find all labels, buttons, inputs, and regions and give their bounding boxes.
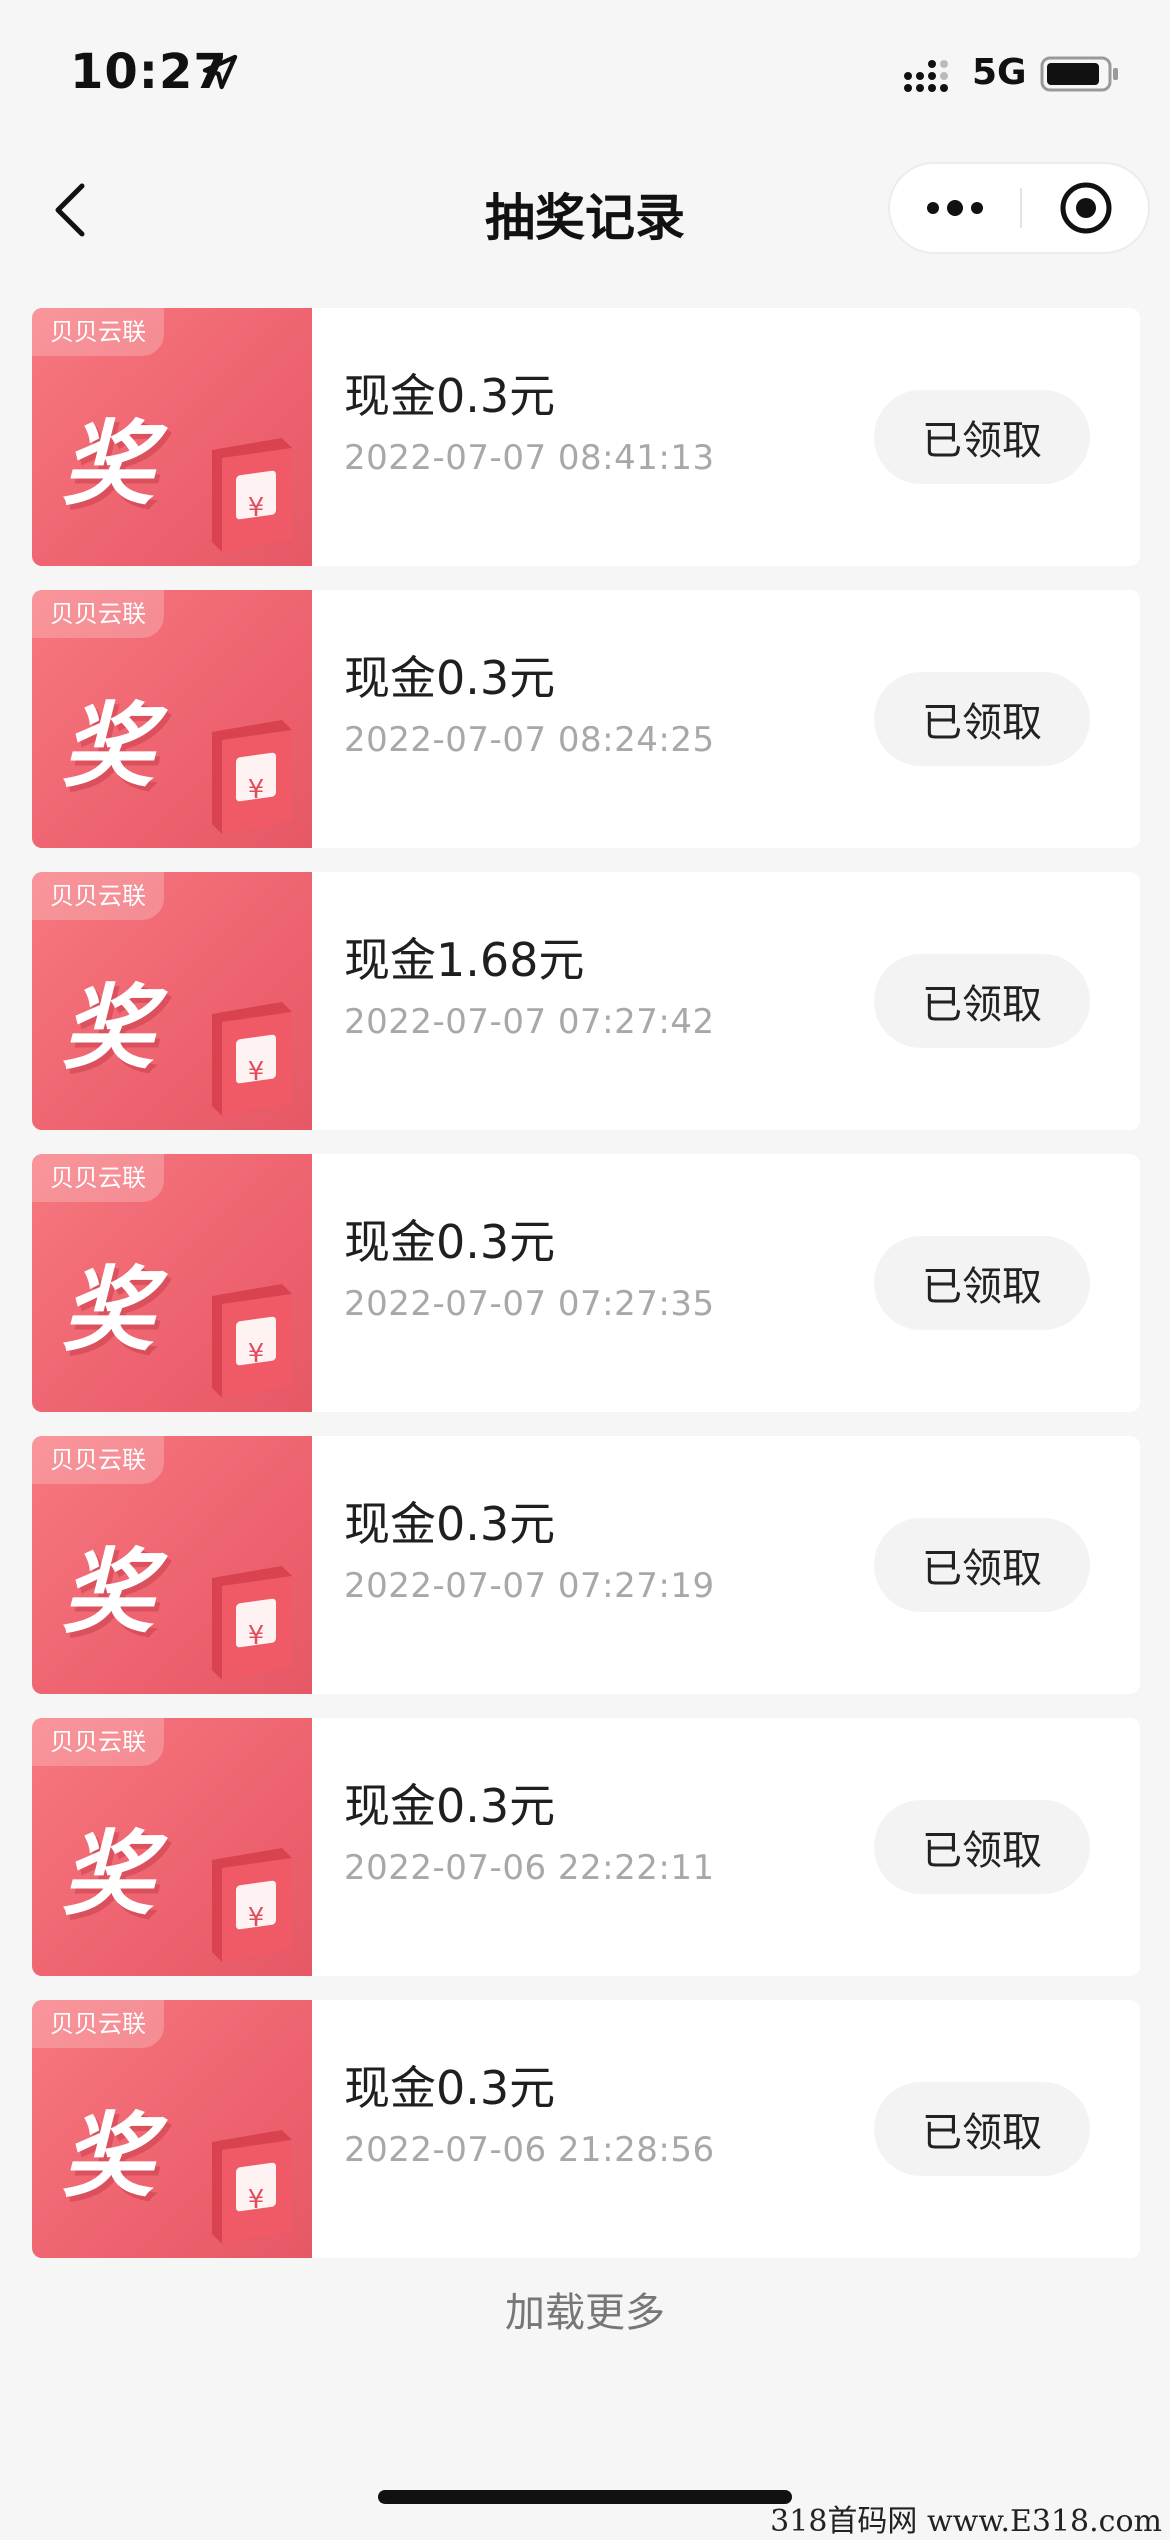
brand-tag: 贝贝云联 — [32, 1436, 164, 1484]
claimed-button[interactable]: 已领取 — [874, 954, 1090, 1048]
record-title: 现金0.3元 — [344, 369, 556, 423]
record-card: 贝贝云联 奖 ¥ 现金0.3元 2022-07-07 08:41:13 已领取 — [32, 308, 1140, 566]
record-card: 贝贝云联 奖 ¥ 现金1.68元 2022-07-07 07:27:42 已领取 — [32, 872, 1140, 1130]
record-time: 2022-07-07 08:41:13 — [344, 438, 715, 478]
record-card: 贝贝云联 奖 ¥ 现金0.3元 2022-07-06 21:28:56 已领取 — [32, 2000, 1140, 2258]
record-title: 现金1.68元 — [344, 933, 585, 987]
record-title: 现金0.3元 — [344, 651, 556, 705]
record-info: 现金1.68元 2022-07-07 07:27:42 — [344, 932, 715, 1042]
record-card: 贝贝云联 奖 ¥ 现金0.3元 2022-07-07 08:24:25 已领取 — [32, 590, 1140, 848]
record-info: 现金0.3元 2022-07-06 22:22:11 — [344, 1778, 715, 1888]
mini-program-capsule — [888, 162, 1150, 254]
red-envelope-icon: ¥ — [212, 1284, 292, 1398]
red-envelope-icon: ¥ — [212, 2130, 292, 2244]
nav-bar: 抽奖记录 — [0, 150, 1170, 270]
claimed-button[interactable]: 已领取 — [874, 2082, 1090, 2176]
prize-thumbnail: 贝贝云联 奖 ¥ — [32, 872, 312, 1130]
svg-text:¥: ¥ — [248, 2185, 265, 2215]
signal-icon — [904, 60, 948, 92]
claimed-button[interactable]: 已领取 — [874, 1518, 1090, 1612]
record-time: 2022-07-07 08:24:25 — [344, 720, 715, 760]
brand-tag: 贝贝云联 — [32, 2000, 164, 2048]
location-arrow-icon — [202, 54, 238, 90]
prize-character: 奖 — [62, 1539, 155, 1646]
prize-character: 奖 — [62, 693, 155, 800]
record-info: 现金0.3元 2022-07-07 07:27:35 — [344, 1214, 715, 1324]
prize-thumbnail: 贝贝云联 奖 ¥ — [32, 308, 312, 566]
record-card: 贝贝云联 奖 ¥ 现金0.3元 2022-07-07 07:27:19 已领取 — [32, 1436, 1140, 1694]
load-more-link[interactable]: 加载更多 — [0, 2280, 1170, 2338]
red-envelope-icon: ¥ — [212, 720, 292, 834]
record-info: 现金0.3元 2022-07-07 08:41:13 — [344, 368, 715, 478]
target-close-icon — [1060, 182, 1112, 234]
claimed-button[interactable]: 已领取 — [874, 390, 1090, 484]
prize-thumbnail: 贝贝云联 奖 ¥ — [32, 2000, 312, 2258]
more-dots-icon — [927, 200, 983, 216]
red-envelope-icon: ¥ — [212, 1002, 292, 1116]
prize-thumbnail: 贝贝云联 奖 ¥ — [32, 1154, 312, 1412]
svg-text:¥: ¥ — [248, 1339, 265, 1369]
svg-text:¥: ¥ — [248, 775, 265, 805]
red-envelope-icon: ¥ — [212, 1848, 292, 1962]
status-bar: 10:27 5G — [0, 0, 1170, 150]
svg-text:¥: ¥ — [248, 493, 265, 523]
brand-tag: 贝贝云联 — [32, 872, 164, 920]
prize-thumbnail: 贝贝云联 奖 ¥ — [32, 590, 312, 848]
record-card: 贝贝云联 奖 ¥ 现金0.3元 2022-07-07 07:27:35 已领取 — [32, 1154, 1140, 1412]
close-mini-program-button[interactable] — [1022, 164, 1150, 252]
red-envelope-icon: ¥ — [212, 438, 292, 552]
record-title: 现金0.3元 — [344, 2061, 556, 2115]
claimed-button[interactable]: 已领取 — [874, 672, 1090, 766]
record-info: 现金0.3元 2022-07-07 07:27:19 — [344, 1496, 715, 1606]
record-time: 2022-07-06 22:22:11 — [344, 1848, 715, 1888]
brand-tag: 贝贝云联 — [32, 590, 164, 638]
more-button[interactable] — [890, 164, 1020, 252]
record-title: 现金0.3元 — [344, 1215, 556, 1269]
home-indicator — [378, 2490, 792, 2504]
record-list: 贝贝云联 奖 ¥ 现金0.3元 2022-07-07 08:41:13 已领取 … — [32, 308, 1140, 2282]
svg-text:¥: ¥ — [248, 1057, 265, 1087]
prize-thumbnail: 贝贝云联 奖 ¥ — [32, 1436, 312, 1694]
record-title: 现金0.3元 — [344, 1497, 556, 1551]
network-label: 5G — [972, 52, 1027, 93]
svg-text:¥: ¥ — [248, 1903, 265, 1933]
record-time: 2022-07-07 07:27:35 — [344, 1284, 715, 1324]
prize-character: 奖 — [62, 1821, 155, 1928]
brand-tag: 贝贝云联 — [32, 308, 164, 356]
record-time: 2022-07-07 07:27:19 — [344, 1566, 715, 1606]
prize-character: 奖 — [62, 975, 155, 1082]
record-time: 2022-07-07 07:27:42 — [344, 1002, 715, 1042]
prize-character: 奖 — [62, 1257, 155, 1364]
record-title: 现金0.3元 — [344, 1779, 556, 1833]
claimed-button[interactable]: 已领取 — [874, 1800, 1090, 1894]
record-info: 现金0.3元 2022-07-07 08:24:25 — [344, 650, 715, 760]
prize-character: 奖 — [62, 411, 155, 518]
claimed-button[interactable]: 已领取 — [874, 1236, 1090, 1330]
brand-tag: 贝贝云联 — [32, 1154, 164, 1202]
prize-character: 奖 — [62, 2103, 155, 2210]
watermark-text: 318首码网 www.E318.com — [770, 2504, 1162, 2539]
svg-text:¥: ¥ — [248, 1621, 265, 1651]
prize-thumbnail: 贝贝云联 奖 ¥ — [32, 1718, 312, 1976]
brand-tag: 贝贝云联 — [32, 1718, 164, 1766]
record-time: 2022-07-06 21:28:56 — [344, 2130, 715, 2170]
record-info: 现金0.3元 2022-07-06 21:28:56 — [344, 2060, 715, 2170]
battery-icon — [1040, 56, 1118, 92]
red-envelope-icon: ¥ — [212, 1566, 292, 1680]
record-card: 贝贝云联 奖 ¥ 现金0.3元 2022-07-06 22:22:11 已领取 — [32, 1718, 1140, 1976]
